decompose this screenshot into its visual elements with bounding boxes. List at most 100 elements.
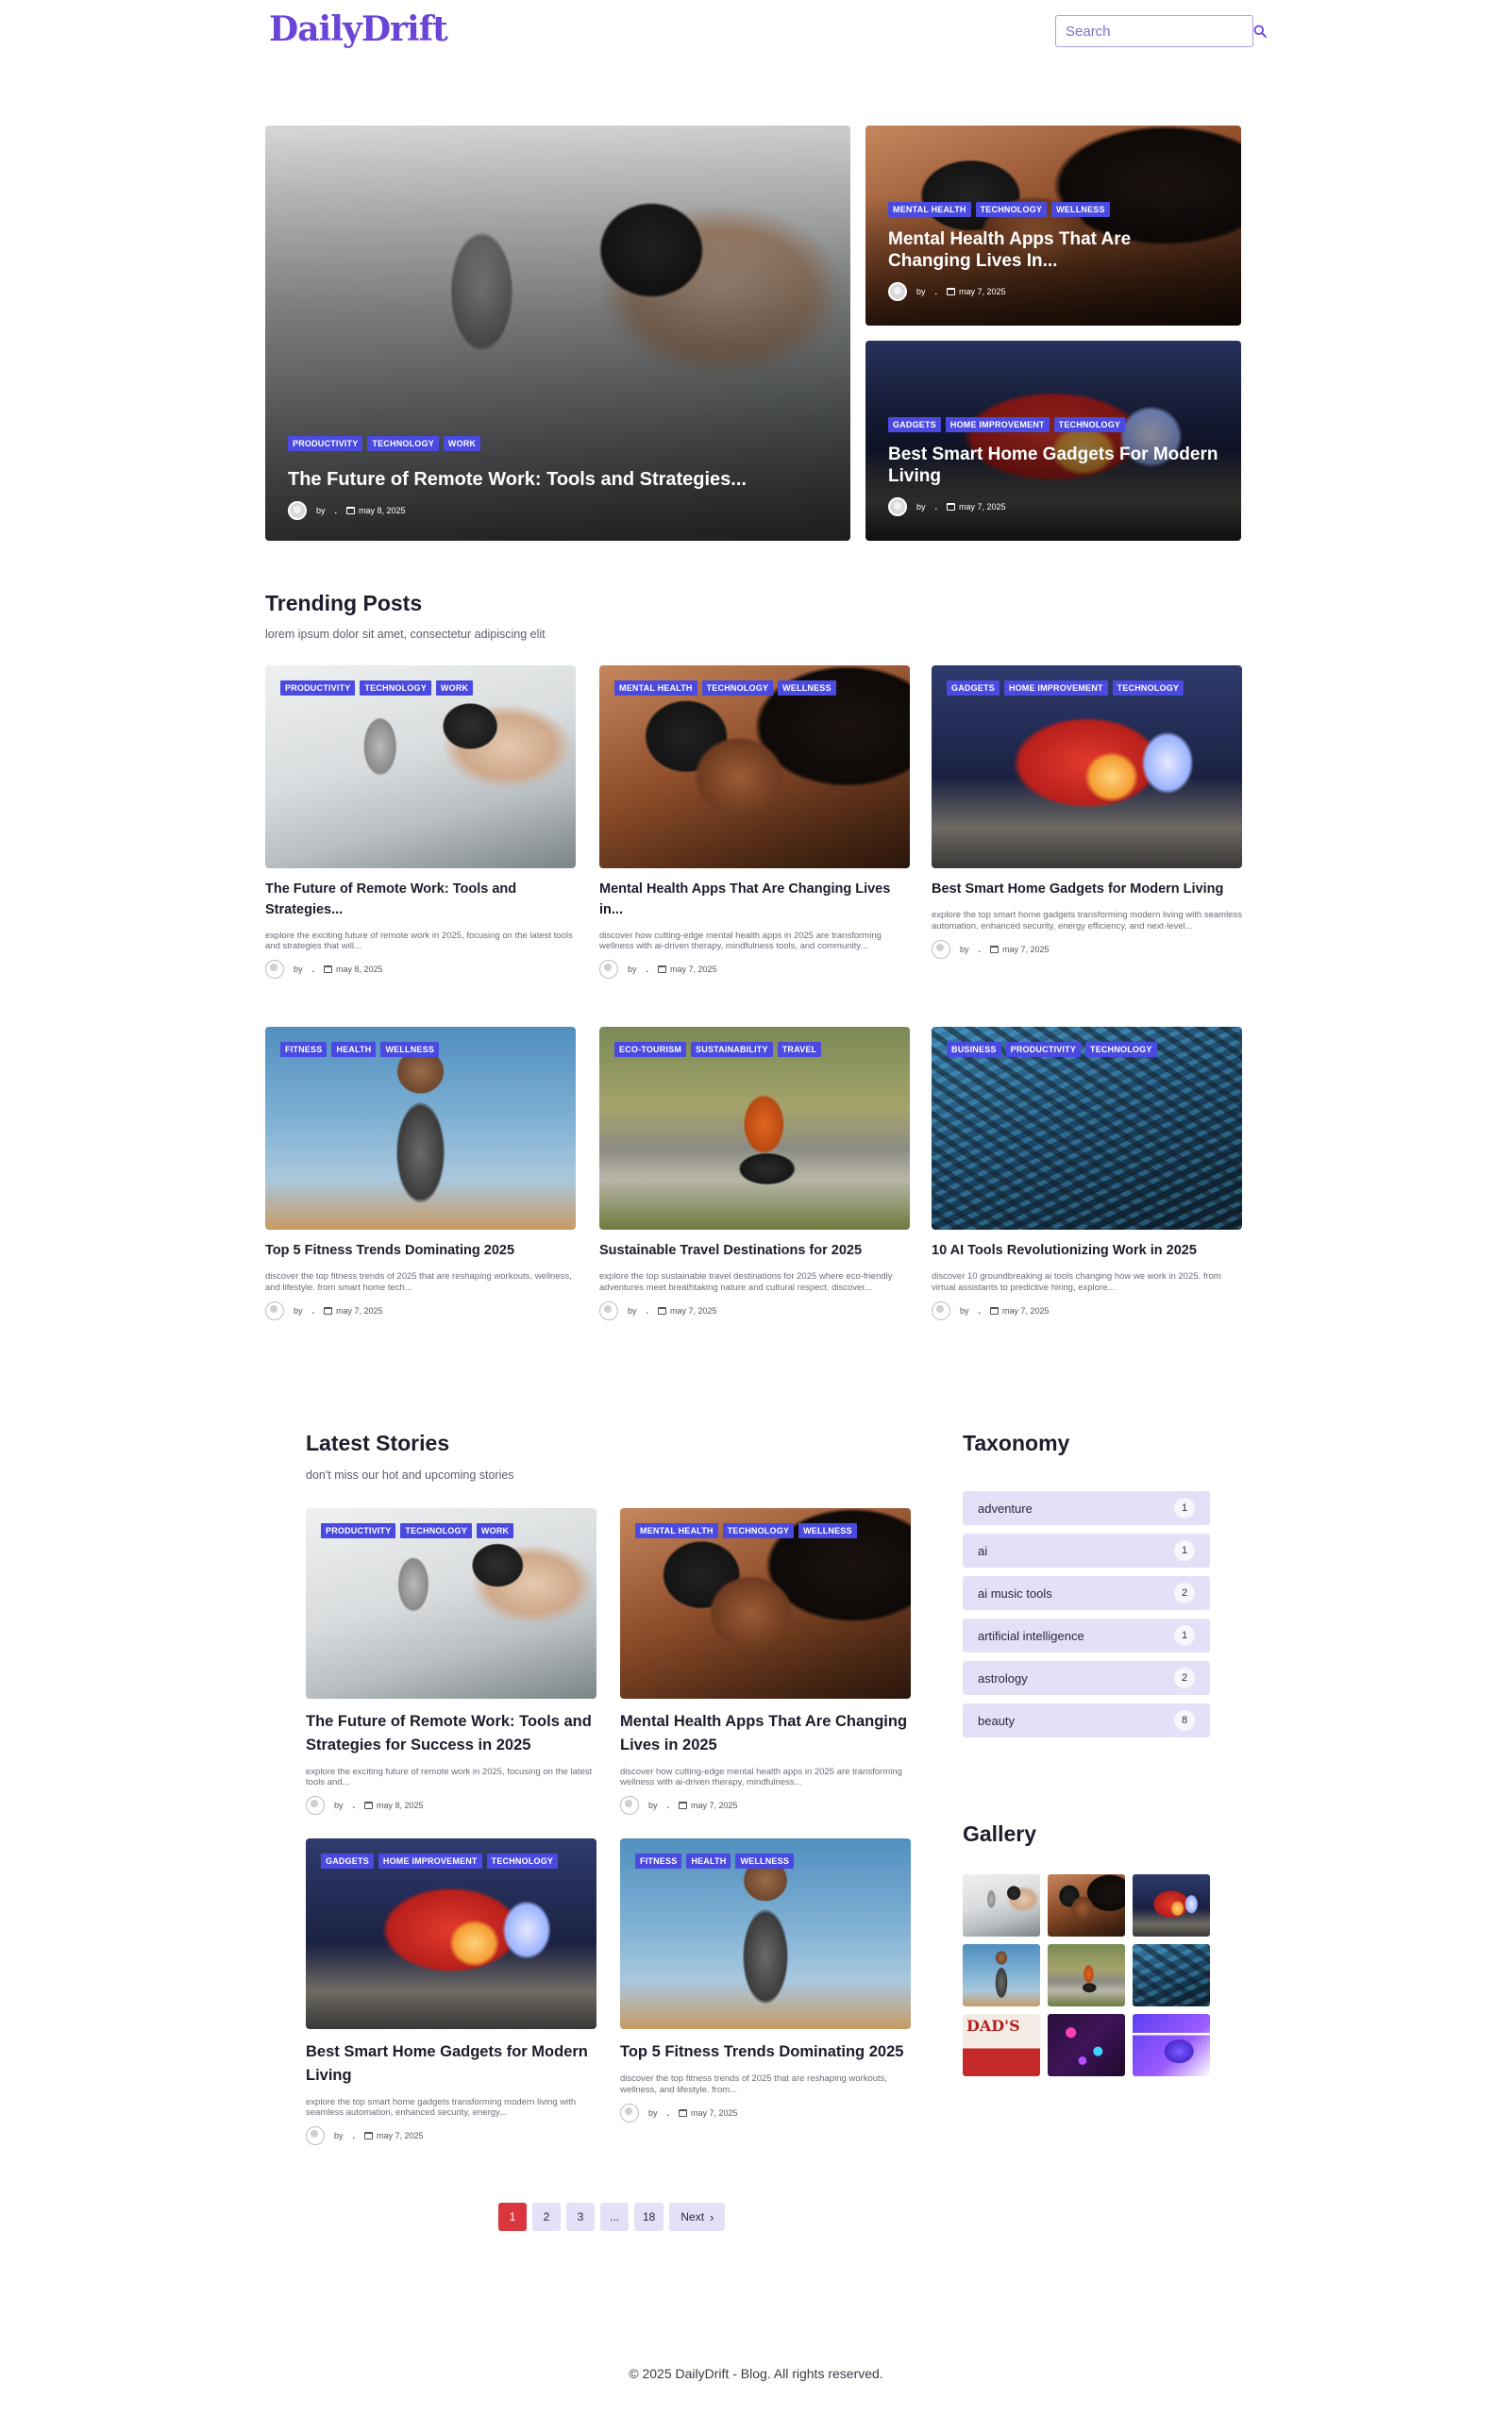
tag[interactable]: WELLNESS xyxy=(380,1042,440,1057)
tag[interactable]: HOME IMPROVEMENT xyxy=(945,416,1050,432)
tag[interactable]: WELLNESS xyxy=(778,680,836,696)
tag[interactable]: WELLNESS xyxy=(1051,201,1110,217)
trending-card[interactable]: FITNESS HEALTH WELLNESS Top 5 Fitness Tr… xyxy=(265,1027,576,1320)
meta-author[interactable]: . xyxy=(667,2108,670,2118)
tag[interactable]: WORK xyxy=(443,436,481,451)
tag[interactable]: HOME IMPROVEMENT xyxy=(1003,680,1108,696)
taxonomy-item[interactable]: artificial intelligence 1 xyxy=(963,1619,1210,1653)
tag[interactable]: BUSINESS xyxy=(947,1042,1001,1057)
tag[interactable]: TECHNOLOGY xyxy=(975,201,1048,217)
post-thumbnail[interactable]: PRODUCTIVITY TECHNOLOGY WORK xyxy=(265,665,576,868)
meta-author[interactable]: . xyxy=(312,1306,315,1316)
hero-main-title[interactable]: The Future of Remote Work: Tools and Str… xyxy=(288,468,828,492)
meta-author[interactable]: . xyxy=(935,287,938,296)
post-title[interactable]: Sustainable Travel Destinations for 2025 xyxy=(599,1241,910,1262)
post-title[interactable]: Top 5 Fitness Trends Dominating 2025 xyxy=(620,2040,911,2064)
gallery-image[interactable] xyxy=(1048,2014,1125,2076)
taxonomy-item[interactable]: astrology 2 xyxy=(963,1661,1210,1695)
page-button-2[interactable]: 2 xyxy=(532,2203,561,2231)
latest-card[interactable]: PRODUCTIVITY TECHNOLOGY WORK The Future … xyxy=(306,1508,596,1816)
post-title[interactable]: Mental Health Apps That Are Changing Liv… xyxy=(599,880,910,921)
meta-author[interactable]: . xyxy=(979,1306,982,1316)
meta-author[interactable]: . xyxy=(335,506,338,515)
tag[interactable]: PRODUCTIVITY xyxy=(280,680,356,696)
post-thumbnail[interactable]: PRODUCTIVITY TECHNOLOGY WORK xyxy=(306,1508,596,1699)
post-title[interactable]: 10 AI Tools Revolutionizing Work in 2025 xyxy=(932,1241,1242,1262)
tag[interactable]: TECHNOLOGY xyxy=(400,1523,472,1538)
tag[interactable]: TECHNOLOGY xyxy=(701,680,774,696)
search-button[interactable] xyxy=(1253,17,1267,45)
trending-card[interactable]: PRODUCTIVITY TECHNOLOGY WORK The Future … xyxy=(265,665,576,980)
tag[interactable]: GADGETS xyxy=(888,416,941,432)
tag[interactable]: TECHNOLOGY xyxy=(486,1854,559,1869)
meta-author[interactable]: . xyxy=(353,2131,356,2140)
tag[interactable]: MENTAL HEALTH xyxy=(635,1523,718,1538)
gallery-image[interactable] xyxy=(963,1874,1040,1937)
taxonomy-item[interactable]: adventure 1 xyxy=(963,1491,1210,1525)
post-title[interactable]: The Future of Remote Work: Tools and Str… xyxy=(306,1710,596,1757)
tag[interactable]: MENTAL HEALTH xyxy=(614,680,697,696)
meta-author[interactable]: . xyxy=(353,1801,356,1810)
latest-card[interactable]: FITNESS HEALTH WELLNESS Top 5 Fitness Tr… xyxy=(620,1838,911,2122)
tag[interactable]: TECHNOLOGY xyxy=(367,436,439,451)
tag[interactable]: GADGETS xyxy=(947,680,1000,696)
post-thumbnail[interactable]: GADGETS HOME IMPROVEMENT TECHNOLOGY xyxy=(932,665,1242,868)
trending-card[interactable]: ECO-TOURISM SUSTAINABILITY TRAVEL Sustai… xyxy=(599,1027,910,1320)
tag[interactable]: PRODUCTIVITY xyxy=(321,1523,396,1538)
tag[interactable]: TECHNOLOGY xyxy=(1085,1042,1157,1057)
taxonomy-item[interactable]: beauty 8 xyxy=(963,1703,1210,1737)
taxonomy-item[interactable]: ai music tools 2 xyxy=(963,1576,1210,1610)
gallery-image[interactable] xyxy=(1133,1874,1210,1937)
tag[interactable]: PRODUCTIVITY xyxy=(288,436,363,451)
tag[interactable]: HOME IMPROVEMENT xyxy=(378,1854,482,1869)
hero-side-title[interactable]: Mental Health Apps That Are Changing Liv… xyxy=(888,228,1218,274)
tag[interactable]: TECHNOLOGY xyxy=(722,1523,795,1538)
meta-author[interactable]: . xyxy=(667,1801,670,1810)
tag[interactable]: SUSTAINABILITY xyxy=(691,1042,773,1057)
meta-author[interactable]: . xyxy=(979,945,982,954)
trending-card[interactable]: GADGETS HOME IMPROVEMENT TECHNOLOGY Best… xyxy=(932,665,1242,959)
tag[interactable]: TRAVEL xyxy=(777,1042,822,1057)
gallery-image[interactable] xyxy=(1133,1944,1210,2006)
gallery-image[interactable] xyxy=(1048,1874,1125,1937)
meta-author[interactable]: . xyxy=(935,502,938,512)
post-thumbnail[interactable]: FITNESS HEALTH WELLNESS xyxy=(265,1027,576,1230)
tag[interactable]: TECHNOLOGY xyxy=(1112,680,1184,696)
page-button-3[interactable]: 3 xyxy=(566,2203,595,2231)
latest-card[interactable]: MENTAL HEALTH TECHNOLOGY WELLNESS Mental… xyxy=(620,1508,911,1816)
gallery-image[interactable] xyxy=(1048,1944,1125,2006)
tag[interactable]: MENTAL HEALTH xyxy=(888,201,971,217)
hero-side-title[interactable]: Best Smart Home Gadgets For Modern Livin… xyxy=(888,444,1218,489)
site-logo[interactable]: DailyDrift xyxy=(269,9,448,49)
tag[interactable]: FITNESS xyxy=(635,1854,682,1869)
hero-side-post-1[interactable]: MENTAL HEALTH TECHNOLOGY WELLNESS Mental… xyxy=(865,126,1241,326)
tag[interactable]: HEALTH xyxy=(331,1042,377,1057)
post-title[interactable]: Best Smart Home Gadgets for Modern Livin… xyxy=(932,880,1242,900)
post-title[interactable]: Top 5 Fitness Trends Dominating 2025 xyxy=(265,1241,576,1262)
post-thumbnail[interactable]: MENTAL HEALTH TECHNOLOGY WELLNESS xyxy=(620,1508,911,1699)
meta-author[interactable]: . xyxy=(647,965,649,974)
taxonomy-item[interactable]: ai 1 xyxy=(963,1534,1210,1568)
tag[interactable]: ECO-TOURISM xyxy=(614,1042,687,1057)
page-button-18[interactable]: 18 xyxy=(634,2203,664,2231)
post-thumbnail[interactable]: FITNESS HEALTH WELLNESS xyxy=(620,1838,911,2029)
post-title[interactable]: The Future of Remote Work: Tools and Str… xyxy=(265,880,576,921)
tag[interactable]: GADGETS xyxy=(321,1854,374,1869)
tag[interactable]: HEALTH xyxy=(686,1854,731,1869)
post-thumbnail[interactable]: BUSINESS PRODUCTIVITY TECHNOLOGY xyxy=(932,1027,1242,1230)
tag[interactable]: WELLNESS xyxy=(798,1523,857,1538)
hero-side-post-2[interactable]: GADGETS HOME IMPROVEMENT TECHNOLOGY Best… xyxy=(865,341,1241,541)
gallery-image[interactable] xyxy=(963,1944,1040,2006)
page-button-1[interactable]: 1 xyxy=(498,2203,527,2231)
post-thumbnail[interactable]: MENTAL HEALTH TECHNOLOGY WELLNESS xyxy=(599,665,910,868)
post-title[interactable]: Best Smart Home Gadgets for Modern Livin… xyxy=(306,2040,596,2088)
post-thumbnail[interactable]: ECO-TOURISM SUSTAINABILITY TRAVEL xyxy=(599,1027,910,1230)
hero-main-post[interactable]: PRODUCTIVITY TECHNOLOGY WORK The Future … xyxy=(265,126,850,541)
gallery-image[interactable]: DAD'S xyxy=(963,2014,1040,2076)
tag[interactable]: TECHNOLOGY xyxy=(360,680,431,696)
post-title[interactable]: Mental Health Apps That Are Changing Liv… xyxy=(620,1710,911,1757)
trending-card[interactable]: MENTAL HEALTH TECHNOLOGY WELLNESS Mental… xyxy=(599,665,910,980)
trending-card[interactable]: BUSINESS PRODUCTIVITY TECHNOLOGY 10 AI T… xyxy=(932,1027,1242,1320)
latest-card[interactable]: GADGETS HOME IMPROVEMENT TECHNOLOGY Best… xyxy=(306,1838,596,2146)
tag[interactable]: WORK xyxy=(435,680,474,696)
